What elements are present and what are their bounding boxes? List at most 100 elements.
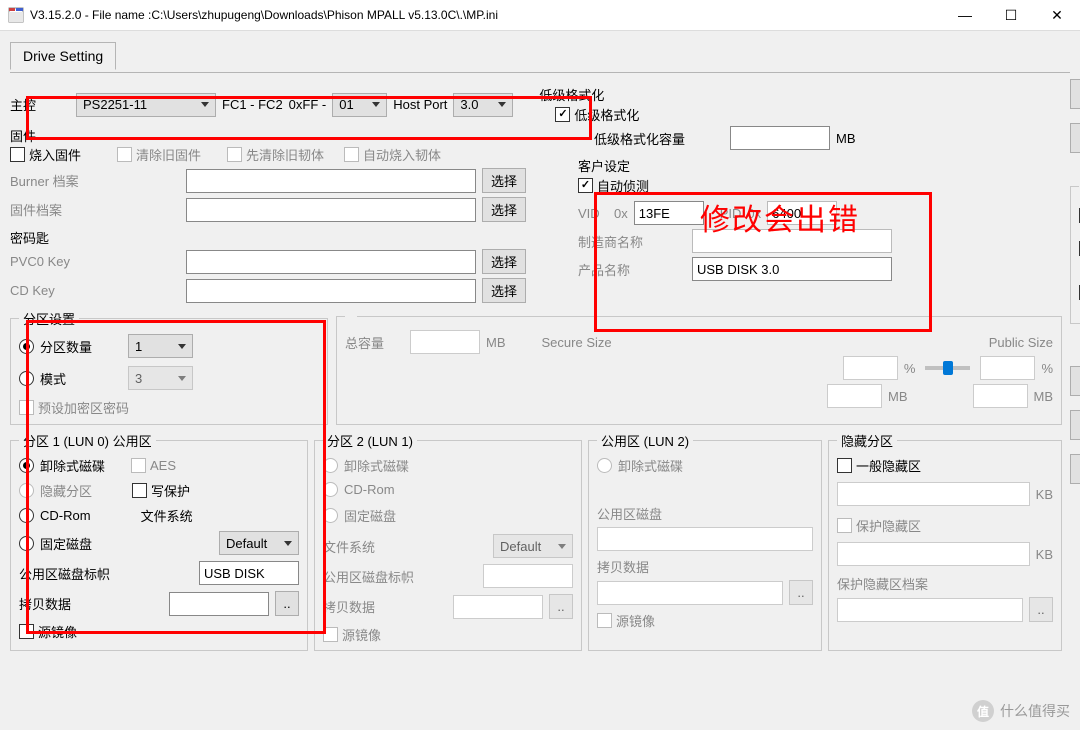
p1-wp[interactable]: 写保护 xyxy=(132,481,190,500)
vid-label: VID xyxy=(578,206,608,221)
app-window: V3.15.2.0 - File name :C:\Users\zhupugen… xyxy=(0,0,1080,730)
titlebar: V3.15.2.0 - File name :C:\Users\zhupugen… xyxy=(0,0,1080,31)
maximize-button[interactable]: ☐ xyxy=(988,0,1034,30)
size-slider xyxy=(925,366,970,370)
p3-disk-label: 公用区磁盘 xyxy=(597,507,662,522)
p1-removable[interactable]: 卸除式磁碟 xyxy=(19,456,105,475)
chevron-down-icon xyxy=(178,376,186,381)
p3-copy-label: 拷贝数据 xyxy=(597,560,649,575)
cdkey-browse-button[interactable]: 选择 xyxy=(482,278,526,303)
p2-fixed: 固定磁盘 xyxy=(323,506,396,525)
public-label: Public Size xyxy=(989,335,1053,350)
cancel-button[interactable]: 取消 xyxy=(1070,410,1080,440)
p1-fixed[interactable]: 固定磁盘 xyxy=(19,534,92,553)
controller-combo[interactable]: PS2251-11 xyxy=(76,93,216,117)
total-capacity-label: 总容量 xyxy=(345,333,384,352)
window-title: V3.15.2.0 - File name :C:\Users\zhupugen… xyxy=(30,8,942,22)
burn-firmware-checkbox[interactable]: 烧入固件 xyxy=(10,145,81,164)
partition-mode-radio[interactable]: 模式 xyxy=(19,369,66,388)
controller-label: 主控 xyxy=(10,95,70,114)
p2-copy-browse: .. xyxy=(549,594,573,619)
burner-file-input[interactable] xyxy=(186,169,476,193)
chevron-down-icon xyxy=(498,102,506,107)
cdkey-input[interactable] xyxy=(186,279,476,303)
p2-vol-input xyxy=(483,564,573,588)
p2-vol-label: 公用区磁盘标帜 xyxy=(323,567,414,586)
save-as-button[interactable]: 存贮为 xyxy=(1070,366,1080,396)
product-input[interactable] xyxy=(692,257,892,281)
p1-vol-input[interactable] xyxy=(199,561,299,585)
lf-capacity-input[interactable] xyxy=(730,126,830,150)
pvc0-browse-button[interactable]: 选择 xyxy=(482,249,526,274)
minimize-button[interactable]: — xyxy=(942,0,988,30)
vid-input[interactable] xyxy=(634,201,704,225)
load-button[interactable]: 载入 xyxy=(1070,123,1080,153)
p2-fs-label: 文件系统 xyxy=(323,537,375,556)
pvc0-label: PVC0 Key xyxy=(10,254,180,269)
firmware-file-label: 固件档案 xyxy=(10,200,180,219)
mfr-input[interactable] xyxy=(692,229,892,253)
p4-normal-hidden[interactable]: 一般隐藏区 xyxy=(837,456,921,475)
p1-srcimg[interactable]: 源镜像 xyxy=(19,622,77,641)
preset-pwd-checkbox: 预设加密区密码 xyxy=(19,398,129,417)
p1-copy-input[interactable] xyxy=(169,592,269,616)
clear-old-body-checkbox: 先清除旧韧体 xyxy=(227,145,324,164)
product-label: 产品名称 xyxy=(578,260,686,279)
p1-hidden: 隐藏分区 xyxy=(19,481,92,500)
p4-file-label: 保护隐藏区档案 xyxy=(837,574,1053,593)
total-capacity-input xyxy=(410,330,480,354)
pid-label: PID xyxy=(720,206,742,221)
burner-browse-button[interactable]: 选择 xyxy=(482,168,526,193)
autodetect-checkbox[interactable]: 自动侦测 xyxy=(578,176,649,195)
secure-pct-input xyxy=(843,356,898,380)
cdkey-label: CD Key xyxy=(10,283,180,298)
p3-srcimg: 源镜像 xyxy=(597,611,655,630)
public-pct-input xyxy=(980,356,1035,380)
p2-copy-input xyxy=(453,595,543,619)
close-button[interactable]: ✕ xyxy=(1034,0,1080,30)
lowformat-checkbox[interactable]: 低级格式化 xyxy=(555,105,639,124)
lowformat-group-label: 低级格式化 xyxy=(539,85,639,104)
chevron-down-icon xyxy=(201,102,209,107)
p1-aes: AES xyxy=(131,458,176,473)
p2-copy-label: 拷贝数据 xyxy=(323,597,375,616)
burner-file-label: Burner 档案 xyxy=(10,171,180,190)
tab-header: Drive Setting xyxy=(10,41,1070,73)
load-xml-button[interactable]: Load XML xyxy=(1070,454,1080,484)
p4-protect-hidden: 保护隐藏区 xyxy=(837,516,921,535)
firmware-file-input[interactable] xyxy=(186,198,476,222)
lf-mb: MB xyxy=(836,131,856,146)
right-column: 保存 载入 语言 English 繁體中文 简体中文 存贮为 取消 Load X… xyxy=(1070,77,1080,651)
pvc0-input[interactable] xyxy=(186,250,476,274)
firmware-browse-button[interactable]: 选择 xyxy=(482,197,526,222)
total-mb: MB xyxy=(486,335,506,350)
watermark-badge: 值 xyxy=(972,700,994,722)
hostport-combo[interactable]: 3.0 xyxy=(453,93,513,117)
fc-label: FC1 - FC2 xyxy=(222,97,283,112)
pid-input[interactable] xyxy=(767,201,837,225)
p2-cdrom: CD-Rom xyxy=(323,482,395,497)
p3-disk-input xyxy=(597,527,813,551)
p1-fs-combo[interactable]: Default xyxy=(219,531,299,555)
secure-label: Secure Size xyxy=(542,335,612,350)
clear-old-fw-checkbox: 清除旧固件 xyxy=(117,145,201,164)
mfr-label: 制造商名称 xyxy=(578,232,686,251)
p4-normal-kb-input xyxy=(837,482,1030,506)
partition-count-radio[interactable]: 分区数量 xyxy=(19,337,92,356)
partition-count-combo[interactable]: 1 xyxy=(128,334,193,358)
p4-file-input xyxy=(837,598,1023,622)
p4-legend: 隐藏分区 xyxy=(837,431,897,450)
p4-file-browse: .. xyxy=(1029,597,1053,622)
capacity-group xyxy=(345,309,357,324)
p1-cdrom[interactable]: CD-Rom xyxy=(19,508,91,523)
p2-removable: 卸除式磁碟 xyxy=(323,456,409,475)
fc-prefix: 0xFF - xyxy=(289,97,327,112)
partition-mode-combo: 3 xyxy=(128,366,193,390)
p3-removable: 卸除式磁碟 xyxy=(597,456,683,475)
firmware-group-label: 固件 xyxy=(10,126,570,145)
p1-copy-label: 拷贝数据 xyxy=(19,594,71,613)
save-button[interactable]: 保存 xyxy=(1070,79,1080,109)
fc-combo[interactable]: 01 xyxy=(332,93,387,117)
p1-copy-browse[interactable]: .. xyxy=(275,591,299,616)
tab-drive-setting[interactable]: Drive Setting xyxy=(10,42,116,70)
